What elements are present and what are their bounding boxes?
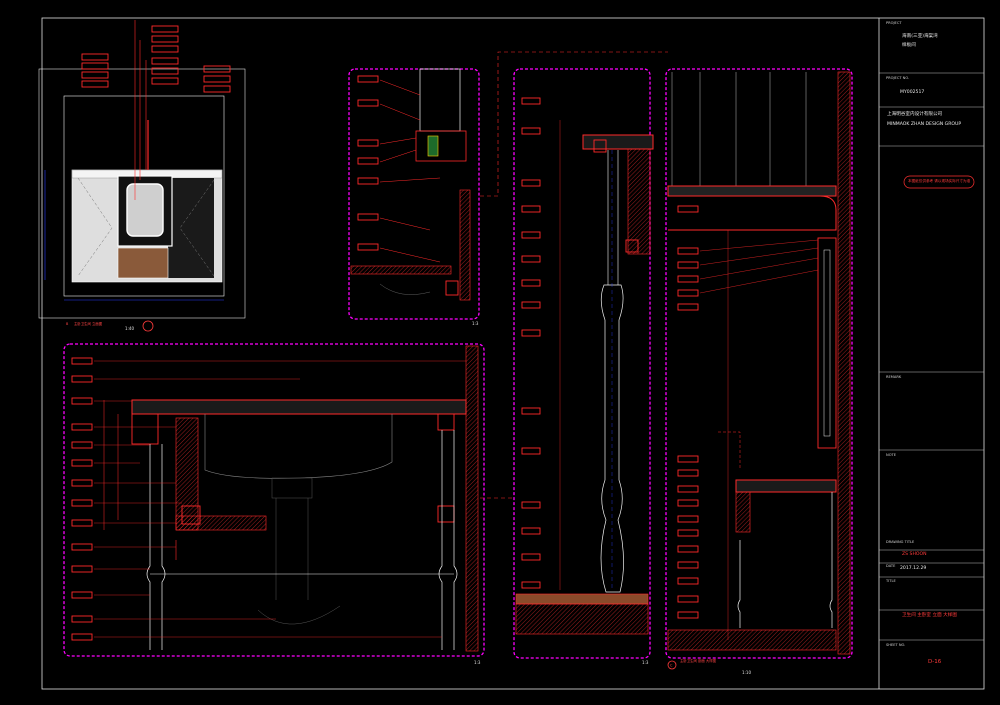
- section-title: 主卧卫生间 剖面 大样图: [680, 658, 717, 663]
- elevation-view: [38, 20, 246, 332]
- detail-2-scale: 1:3: [642, 660, 649, 665]
- section-view: [665, 68, 853, 670]
- sheet-no: D-16: [928, 659, 942, 665]
- detail-view-1: [348, 68, 480, 320]
- elevation-title: 主卧卫生间 立面图: [74, 321, 103, 326]
- section-tag: C: [670, 664, 673, 668]
- title-label: TITLE: [886, 579, 896, 583]
- detail-view-3: [63, 343, 485, 657]
- drawing-title: 卫生间 主卧室 立面 大样图: [902, 613, 957, 618]
- elevation-tag-circle: [142, 320, 154, 332]
- title-block-grid: [879, 72, 984, 641]
- detail-1-frame: [348, 68, 480, 320]
- detail-1-scale: 1:3: [472, 321, 479, 326]
- detail-3-frame: [63, 343, 485, 657]
- project-no-label: PROJECT NO.: [886, 76, 910, 80]
- sheet-no-label: SHEET NO.: [886, 643, 906, 647]
- drawn-by: ZS SHOON: [902, 552, 927, 557]
- company-name-cn: 上海明谷室内设计有限公司: [887, 112, 943, 117]
- stamp-text: 本图纸仅供参考 请以现场实际尺寸为准: [908, 179, 971, 183]
- section-scale: 1:10: [742, 670, 751, 675]
- detail-view-2: [513, 68, 654, 659]
- drawing-date: 2017.12.29: [900, 566, 927, 571]
- project-no: MY002517: [900, 90, 925, 95]
- drawing-title-label: DRAWING TITLE: [886, 540, 915, 544]
- note-label: NOTE: [886, 453, 896, 457]
- company-name-en: MINMAOK ZHAN DESIGN GROUP: [887, 122, 962, 127]
- project-name-line1: 海南(三亚)海棠湾: [902, 34, 938, 39]
- cad-drawing-sheet: B 主卧卫生间 立面图 1:40 1:3 1:3 1:3 C 主卧卫生间 剖面 …: [38, 17, 985, 690]
- remark-label: REMARK: [886, 375, 902, 379]
- date-label: DATE: [886, 564, 896, 568]
- leader-connectors: [480, 51, 668, 499]
- detail-3-scale: 1:3: [474, 660, 481, 665]
- project-label: PROJECT: [886, 21, 902, 25]
- elevation-tag: B: [66, 322, 69, 326]
- project-name-line2: 样板间: [902, 43, 916, 48]
- elevation-scale: 1:40: [125, 326, 134, 331]
